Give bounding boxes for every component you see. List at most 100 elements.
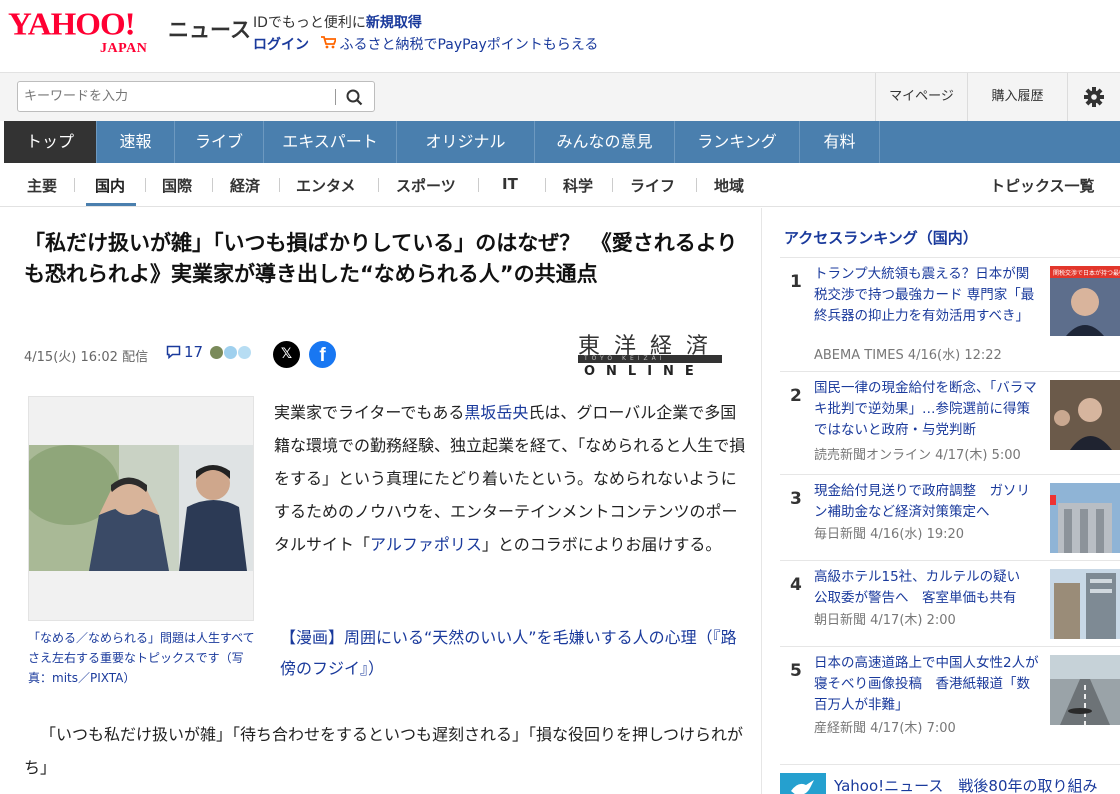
id-promo: IDでもっと便利に新規取得 bbox=[253, 12, 422, 32]
dove-icon bbox=[780, 773, 826, 794]
category-economy[interactable]: 経済 bbox=[230, 175, 260, 196]
lead-text-1: 実業家でライターでもある bbox=[274, 403, 465, 422]
author-link[interactable]: 黒坂岳央 bbox=[464, 403, 528, 422]
related-manga-link[interactable]: 【漫画】周囲にいる“天然のいい人”を毛嫌いする人の心理（『路傍のフジイ』） bbox=[280, 622, 750, 684]
nav-live[interactable]: ライブ bbox=[175, 121, 264, 163]
ranking-number: 1 bbox=[790, 272, 802, 292]
nav-top[interactable]: トップ bbox=[4, 121, 97, 163]
nav-original[interactable]: オリジナル bbox=[397, 121, 535, 163]
lead-text-2: 氏は、グローバル企業で多国籍な環境での勤務経験、独立起業を経て、「なめられると人… bbox=[274, 403, 746, 554]
ranking-item[interactable]: 1 トランプ大統領も震える？日本が関税交渉で持つ最強カード 専門家「最終兵器の抑… bbox=[780, 257, 1120, 363]
ranking-source: 産経新聞 4/17(木) 7:00 bbox=[814, 721, 956, 736]
login-link[interactable]: ログイン bbox=[253, 37, 309, 53]
category-science[interactable]: 科学 bbox=[563, 175, 593, 196]
nav-ranking[interactable]: ランキング bbox=[675, 121, 800, 163]
cart-icon bbox=[321, 36, 338, 53]
ranking-headline[interactable]: 現金給付見送りで政府調整 ガソリン補助金など経済対策策定へ bbox=[814, 481, 1042, 523]
category-domestic[interactable]: 国内 bbox=[95, 175, 125, 196]
reaction-smile-icon bbox=[237, 345, 252, 360]
category-divider bbox=[378, 178, 379, 192]
purchase-history-link[interactable]: 購入履歴 bbox=[967, 73, 1067, 121]
register-link[interactable]: 新規取得 bbox=[366, 15, 422, 31]
ranking-thumbnail bbox=[1050, 483, 1120, 553]
yahoo-japan-logo[interactable]: YAHOO! JAPAN bbox=[8, 8, 164, 56]
ranking-headline[interactable]: トランプ大統領も震える？日本が関税交渉で持つ最強カード 専門家「最終兵器の抑止力… bbox=[814, 264, 1042, 327]
furusato-link[interactable]: ふるさと納税でPayPayポイントもらえる bbox=[339, 37, 598, 53]
ranking-thumbnail-caption: 関税交渉で日本が持つ最強カード bbox=[1053, 269, 1120, 277]
ranking-source: ABEMA TIMES 4/16(水) 12:22 bbox=[814, 348, 1002, 363]
settings-button[interactable] bbox=[1067, 73, 1120, 121]
search-input[interactable] bbox=[24, 86, 334, 107]
mypage-link[interactable]: マイページ bbox=[875, 73, 967, 121]
publisher-logo-online: ONLINE bbox=[584, 364, 705, 379]
publisher-logo-band: TOYO KEIZAI bbox=[578, 355, 722, 363]
category-divider bbox=[212, 178, 213, 192]
article-headline: 「私だけ扱いが雑」「いつも損ばかりしている」のはなぜ？ 《愛されるよりも恐れられ… bbox=[24, 231, 738, 286]
search-icon bbox=[346, 89, 363, 106]
category-divider bbox=[696, 178, 697, 192]
ranking-source: 読売新聞オンライン 4/17(木) 5:00 bbox=[814, 448, 1021, 463]
ranking-number: 5 bbox=[790, 661, 802, 681]
category-divider bbox=[612, 178, 613, 192]
search-bar-row: マイページ 購入履歴 bbox=[0, 72, 1120, 121]
nav-opinions[interactable]: みんなの意見 bbox=[535, 121, 675, 163]
ranking-thumbnail bbox=[1050, 655, 1120, 725]
ranking-item[interactable]: 3 現金給付見送りで政府調整 ガソリン補助金など経済対策策定へ 毎日新聞 4/1… bbox=[780, 474, 1120, 556]
search-box bbox=[17, 81, 375, 112]
comment-icon[interactable] bbox=[166, 345, 181, 359]
category-divider bbox=[545, 178, 546, 192]
ranking-headline[interactable]: 国民一律の現金給付を断念、「バラマキ批判で逆効果」…参院選前に得策ではないと政府… bbox=[814, 378, 1042, 441]
ranking-thumbnail bbox=[1050, 380, 1120, 450]
active-category-indicator bbox=[86, 203, 136, 206]
category-local[interactable]: 地域 bbox=[714, 175, 744, 196]
logo-wordmark: YAHOO! bbox=[8, 7, 136, 43]
publish-date: 4/15(火) 16:02 配信 bbox=[24, 350, 149, 365]
logo-japan: JAPAN bbox=[100, 41, 148, 56]
service-name[interactable]: ニュース bbox=[168, 14, 251, 44]
alphapolis-link[interactable]: アルファポリス bbox=[370, 535, 482, 554]
ranking-thumbnail bbox=[1050, 569, 1120, 639]
share-facebook-button[interactable]: f bbox=[309, 341, 336, 368]
article-photo-frame[interactable] bbox=[28, 396, 254, 621]
ranking-headline[interactable]: 高級ホテル15社、カルテルの疑い 公取委が警告へ 客室単価も共有 bbox=[814, 567, 1042, 609]
banner-text: Yahoo!ニュース 戦後80年の取り組み bbox=[834, 777, 1098, 794]
share-x-button[interactable]: 𝕏 bbox=[273, 341, 300, 368]
category-divider bbox=[74, 178, 75, 192]
publisher-logo[interactable]: 東洋経済 TOYO KEIZAI ONLINE bbox=[578, 328, 724, 380]
nav-expert[interactable]: エキスパート bbox=[264, 121, 397, 163]
id-promo-text: IDでもっと便利に bbox=[253, 15, 366, 31]
category-sports[interactable]: スポーツ bbox=[396, 175, 456, 196]
nav-breaking[interactable]: 速報 bbox=[97, 121, 175, 163]
ranking-item[interactable]: 4 高級ホテル15社、カルテルの疑い 公取委が警告へ 客室単価も共有 朝日新聞 … bbox=[780, 560, 1120, 642]
main-nav: トップ 速報 ライブ エキスパート オリジナル みんなの意見 ランキング 有料 bbox=[4, 121, 1120, 163]
gear-icon bbox=[1084, 87, 1104, 107]
category-main[interactable]: 主要 bbox=[27, 175, 57, 196]
ranking-item[interactable]: 2 国民一律の現金給付を断念、「バラマキ批判で逆効果」…参院選前に得策ではないと… bbox=[780, 371, 1120, 463]
ranking-item[interactable]: 5 日本の高速道路上で中国人女性2人が寝そべり画像投稿 香港紙報道「数百万人が非… bbox=[780, 646, 1120, 736]
reaction-smile-icon bbox=[223, 345, 238, 360]
category-divider bbox=[478, 178, 479, 192]
ranking-number: 4 bbox=[790, 575, 802, 595]
publisher-logo-small: TOYO KEIZAI bbox=[584, 355, 666, 362]
category-international[interactable]: 国際 bbox=[162, 175, 192, 196]
ranking-thumbnail: 関税交渉で日本が持つ最強カード bbox=[1050, 266, 1120, 336]
article-photo bbox=[29, 445, 253, 571]
category-entertainment[interactable]: エンタメ bbox=[296, 175, 356, 196]
category-divider bbox=[279, 178, 280, 192]
ranking-headline[interactable]: 日本の高速道路上で中国人女性2人が寝そべり画像投稿 香港紙報道「数百万人が非難」 bbox=[814, 653, 1042, 716]
photo-caption: 「なめる／なめられる」問題は人生すべてさえ左右する重要なトピックスです（写真：m… bbox=[28, 631, 255, 685]
ranking-source: 朝日新聞 4/17(木) 2:00 bbox=[814, 613, 956, 628]
search-button[interactable] bbox=[343, 86, 367, 108]
facebook-icon: f bbox=[319, 345, 326, 366]
yahoo-news-wartime-banner[interactable]: Yahoo!ニュース 戦後80年の取り組み bbox=[780, 764, 1120, 794]
topics-list-link[interactable]: トピックス一覧 bbox=[990, 175, 1095, 196]
category-it[interactable]: IT bbox=[502, 175, 518, 193]
login-promo-row: ログイン ふるさと納税でPayPayポイントもらえる bbox=[253, 34, 598, 54]
category-life[interactable]: ライフ bbox=[630, 175, 675, 196]
comment-count[interactable]: 17 bbox=[184, 343, 203, 361]
ranking-number: 2 bbox=[790, 386, 802, 406]
access-ranking: アクセスランキング（国内） 1 トランプ大統領も震える？日本が関税交渉で持つ最強… bbox=[762, 208, 1120, 794]
category-divider bbox=[145, 178, 146, 192]
article-lead: 実業家でライターでもある黒坂岳央氏は、グローバル企業で多国籍な環境での勤務経験、… bbox=[274, 396, 746, 561]
nav-paid[interactable]: 有料 bbox=[800, 121, 880, 163]
